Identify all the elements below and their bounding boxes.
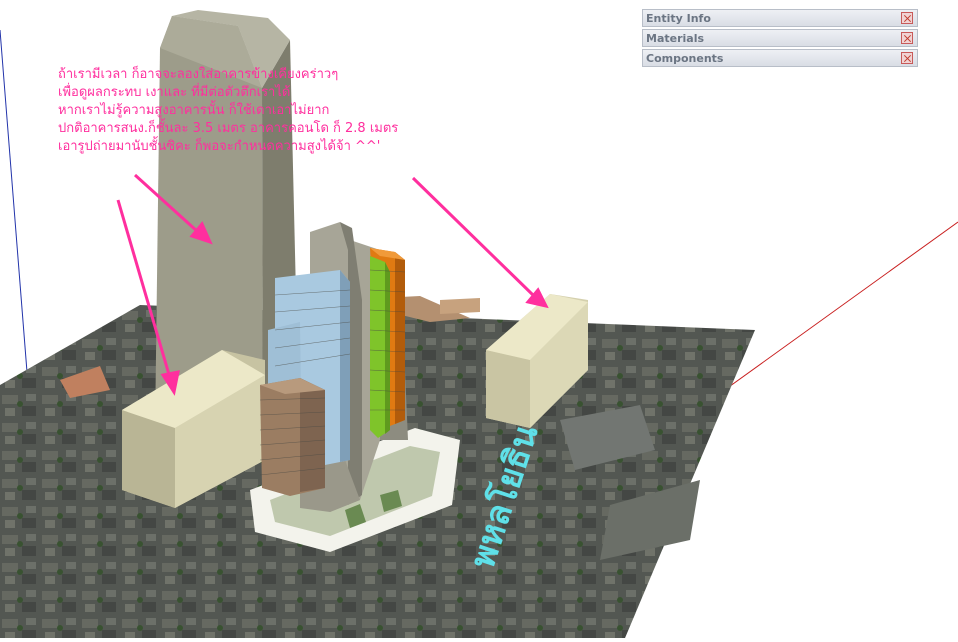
annotation-line: หากเราไม่รู้ความสูงอาคารนั้น ก็ใช้เดาเอา… [58, 103, 330, 118]
sketchup-3d-viewport[interactable]: พหลโยธิน ถ้าเรามีเวลา ก็อาจจะลองใส่อาคาร… [0, 0, 958, 639]
close-icon[interactable] [901, 32, 913, 44]
annotation-line: ถ้าเรามีเวลา ก็อาจจะลองใส่อาคารข้างเคียง… [58, 67, 339, 82]
close-icon[interactable] [901, 52, 913, 64]
apartment-brown [260, 378, 325, 496]
tray-title: Components [646, 52, 724, 65]
annotation-line: เอารูปถ่ายมานับชั้นซิคะ ก็พอจะกำหนดความส… [58, 139, 381, 154]
arrow-to-right-block [411, 176, 536, 298]
tray-entity-info[interactable]: Entity Info [642, 9, 918, 27]
tray-title: Entity Info [646, 12, 711, 25]
annotation-note: ถ้าเรามีเวลา ก็อาจจะลองใส่อาคารข้างเคียง… [58, 66, 398, 156]
annotation-line: เพื่อดูผลกระทบ เงาและ ที่มีต่อตัวตึกเราไ… [58, 85, 291, 100]
close-icon[interactable] [901, 12, 913, 24]
apartment-green [370, 256, 390, 438]
tray-materials[interactable]: Materials [642, 29, 918, 47]
tray-title: Materials [646, 32, 705, 45]
annotation-line: ปกติอาคารสนง.ก็ชั้นละ 3.5 เมตร อาคารคอนโ… [58, 121, 399, 136]
tray-components[interactable]: Components [642, 49, 918, 67]
